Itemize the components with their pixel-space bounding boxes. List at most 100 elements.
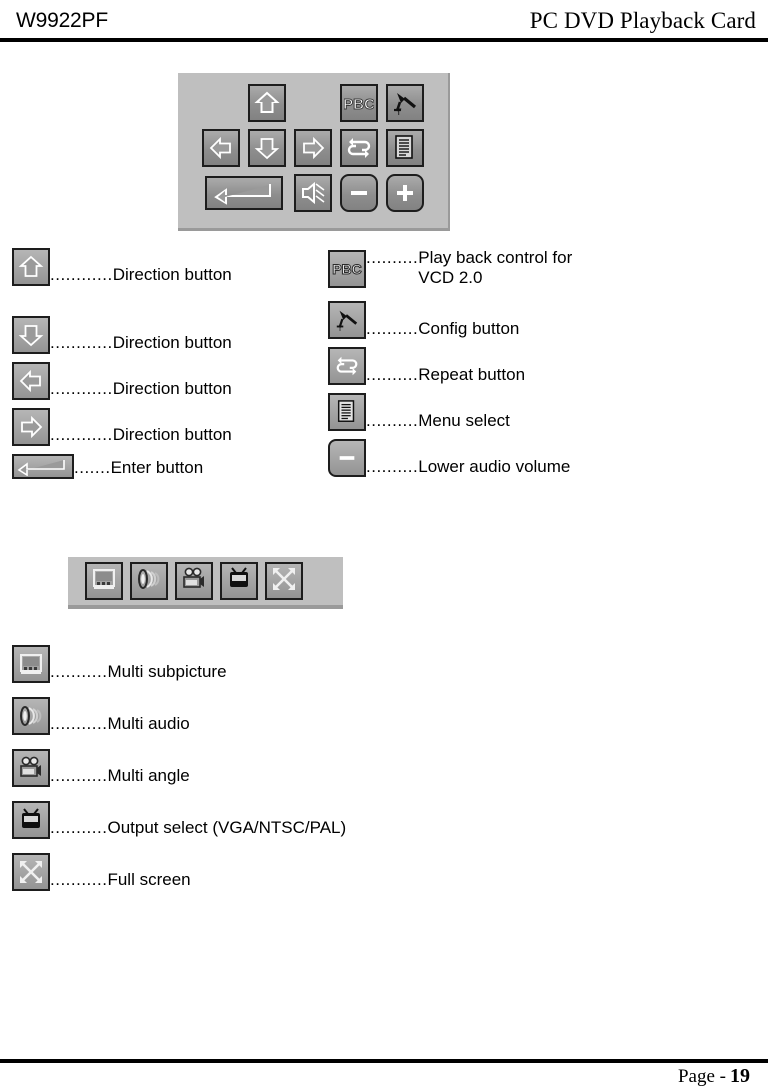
arrow-right-button[interactable]: [294, 129, 332, 167]
page-number: 19: [730, 1065, 750, 1087]
legend-label: Direction button: [112, 425, 232, 445]
multi-angle-button[interactable]: [175, 562, 213, 600]
arrow-down-icon: [254, 135, 280, 161]
legend-minus-icon: [328, 439, 366, 478]
legend-item: ....... Enter button: [12, 454, 203, 479]
multi-subpicture-icon: [91, 566, 117, 597]
multi-audio-icon: [136, 566, 162, 597]
legend-text: .......... Menu select: [366, 411, 510, 432]
legend-label: Multi subpicture: [107, 662, 227, 682]
remote-row-1: PBC T: [178, 83, 448, 123]
menu-select-button[interactable]: [386, 129, 424, 167]
leader-dots: .......: [74, 458, 111, 478]
button-slot-enter: [198, 173, 290, 213]
leader-dots: ..........: [366, 364, 419, 384]
slot-blank-1: [198, 83, 244, 123]
enter-button[interactable]: [205, 176, 283, 210]
leader-dots: ...........: [50, 662, 108, 682]
legend-label: Lower audio volume: [418, 456, 571, 476]
legend-label: Menu select: [418, 410, 510, 430]
legend-direction-group: ............ Direction button ..........…: [12, 248, 322, 479]
page-footer: Page - 19: [678, 1065, 750, 1088]
plus-icon: [393, 181, 417, 205]
legend-function-group: PBC .......... Play back control for VCD…: [328, 248, 748, 478]
legend-feature-group: ........... Multi subpicture ...........…: [12, 645, 512, 891]
legend-arrow-up-icon: [12, 248, 50, 286]
legend-arrow-right-icon: [12, 408, 50, 446]
legend-text: .......... Config button: [366, 319, 519, 340]
legend-label: Multi angle: [107, 766, 190, 786]
multi-subpicture-button[interactable]: [85, 562, 123, 600]
legend-multi-angle-icon: [12, 749, 50, 787]
button-slot-down: [244, 128, 290, 168]
arrow-up-button[interactable]: [248, 84, 286, 122]
legend-text: ........... Full screen: [50, 870, 191, 891]
legend-label: Play back control for: [418, 248, 573, 267]
button-slot-up: [244, 83, 290, 123]
pbc-button[interactable]: PBC: [340, 84, 378, 122]
legend-enter-return-icon: [12, 454, 74, 479]
button-slot-volume-up: [382, 173, 428, 213]
svg-text:T: T: [396, 107, 402, 117]
legend-label: Enter button: [110, 458, 204, 478]
output-select-button[interactable]: [220, 562, 258, 600]
full-screen-button[interactable]: [265, 562, 303, 600]
button-slot-config: T: [382, 83, 428, 123]
legend-text: .......... Repeat button: [366, 365, 525, 386]
audio-mute-button[interactable]: [294, 174, 332, 212]
svg-text:PBC: PBC: [344, 96, 374, 113]
button-slot-menu: [382, 128, 428, 168]
leader-dots: ............: [50, 333, 113, 353]
legend-label: Direction button: [112, 333, 232, 353]
legend-item: T .......... Config button: [328, 301, 519, 340]
legend-menu-list-icon: [328, 393, 366, 432]
leader-dots: ..........: [366, 410, 419, 430]
legend-text: ........... Multi subpicture: [50, 662, 227, 683]
page-header: W9922PF PC DVD Playback Card: [0, 0, 768, 42]
legend-arrow-down-icon: [12, 316, 50, 354]
enter-return-icon: [212, 181, 276, 205]
multi-audio-button[interactable]: [130, 562, 168, 600]
button-slot-pbc: PBC: [336, 83, 382, 123]
legend-text: ............ Direction button: [50, 379, 232, 400]
remote-row-2: [178, 128, 448, 168]
svg-text:T: T: [338, 324, 343, 333]
arrow-down-button[interactable]: [248, 129, 286, 167]
remote-row-3: [178, 173, 448, 213]
legend-output-select-tv-icon: [12, 801, 50, 839]
legend-label: Full screen: [107, 870, 191, 890]
volume-up-button[interactable]: [386, 174, 424, 212]
legend-item: ............ Direction button: [12, 248, 232, 286]
footer-divider: [0, 1059, 768, 1063]
leader-dots: ...........: [50, 714, 108, 734]
config-button[interactable]: T: [386, 84, 424, 122]
legend-label: Config button: [418, 318, 520, 338]
legend-item: .......... Repeat button: [328, 347, 525, 386]
arrow-right-icon: [300, 135, 326, 161]
legend-repeat-icon: [328, 347, 366, 386]
page-title: PC DVD Playback Card: [529, 8, 756, 33]
legend-label: Multi audio: [107, 714, 190, 734]
legend-label: Direction button: [112, 265, 232, 285]
legend-item: ........... Output select (VGA/NTSC/PAL): [12, 801, 346, 839]
legend-text: .......... Lower audio volume: [366, 457, 570, 478]
legend-multi-audio-icon: [12, 697, 50, 735]
pbc-icon: PBC: [344, 92, 374, 114]
button-slot-left: [198, 128, 244, 168]
legend-text: .......... Play back control for VCD 2.0: [366, 248, 572, 288]
arrow-left-icon: [208, 135, 234, 161]
legend-text: ........... Multi audio: [50, 714, 190, 735]
leader-dots: ..........: [366, 248, 419, 267]
legend-item: ............ Direction button: [12, 408, 232, 446]
legend-label: Direction button: [112, 379, 232, 399]
button-slot-audio: [290, 173, 336, 213]
legend-item: PBC .......... Play back control for VCD…: [328, 248, 572, 289]
volume-down-button[interactable]: [340, 174, 378, 212]
leader-dots: ...........: [50, 870, 108, 890]
header-divider: [0, 38, 768, 42]
repeat-button[interactable]: [340, 129, 378, 167]
arrow-left-button[interactable]: [202, 129, 240, 167]
legend-item: ........... Multi subpicture: [12, 645, 227, 683]
legend-text: ........... Multi angle: [50, 766, 190, 787]
feature-toolbar: [68, 557, 343, 609]
